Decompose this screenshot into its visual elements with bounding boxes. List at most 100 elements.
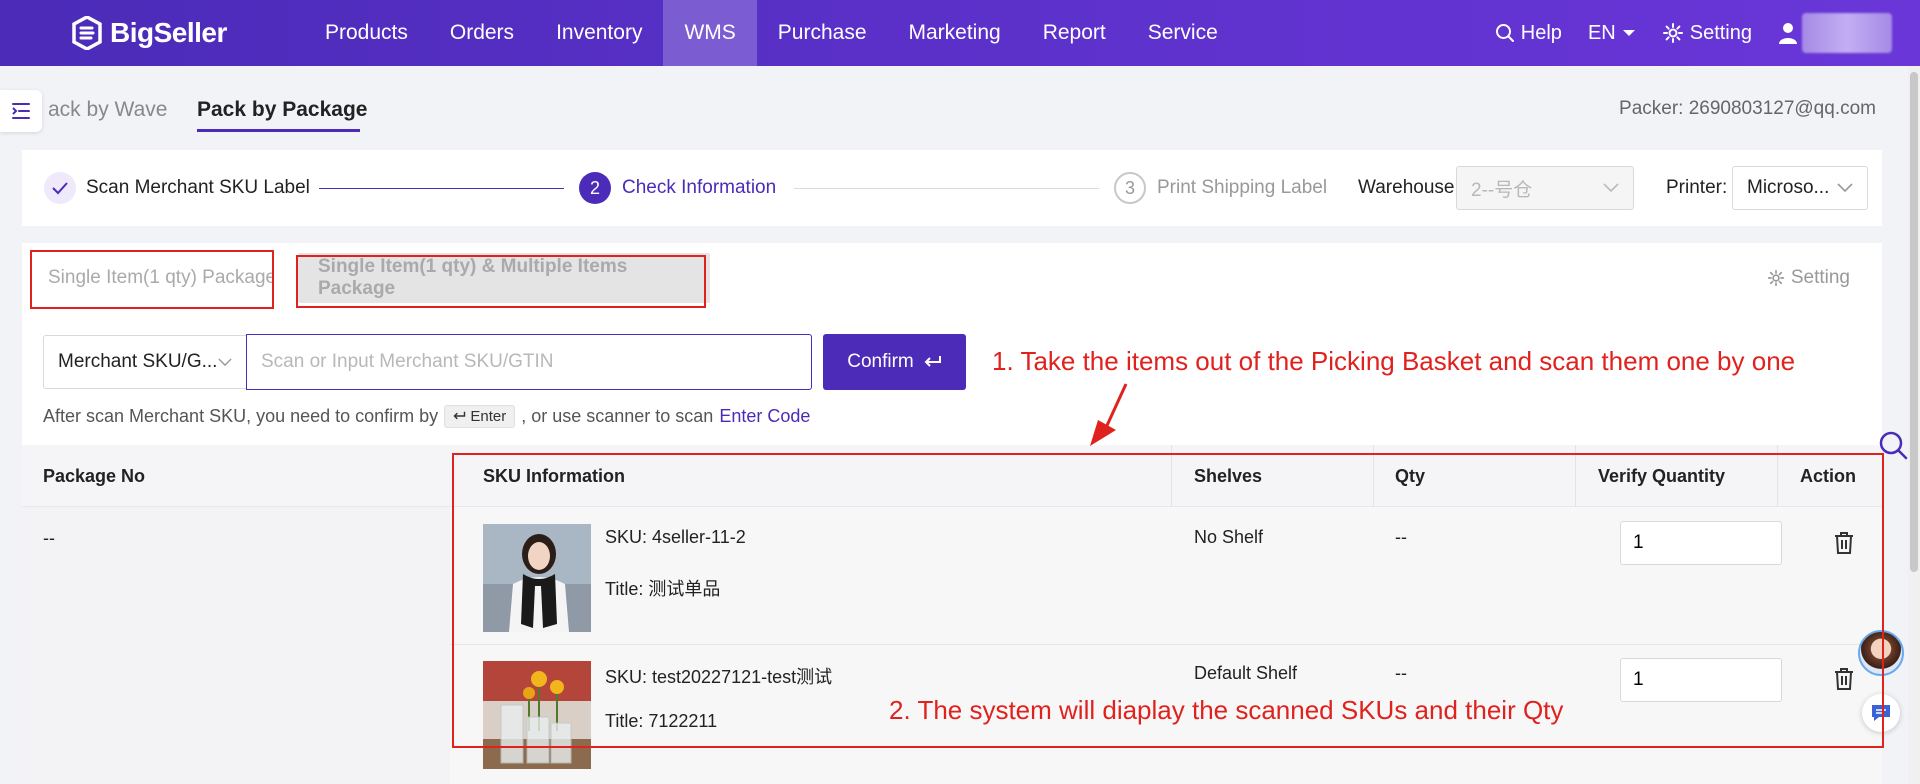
package-setting-link[interactable]: Setting xyxy=(1767,267,1850,289)
nav-marketing[interactable]: Marketing xyxy=(888,0,1022,66)
main-nav: Products Orders Inventory WMS Purchase M… xyxy=(304,0,1239,66)
package-no-cell xyxy=(22,507,450,784)
sidebar-toggle-button[interactable] xyxy=(0,90,42,132)
nav-purchase[interactable]: Purchase xyxy=(757,0,888,66)
enter-key-icon xyxy=(453,411,466,420)
enter-key-label: Enter xyxy=(470,408,507,425)
sku-value: SKU: test20227121-test测试 xyxy=(605,667,833,687)
column-separator xyxy=(1575,445,1576,507)
hint-text-after: , or use scanner to scan xyxy=(521,406,714,426)
brand-name: BigSeller xyxy=(110,17,227,48)
table-header: Package No SKU Information Shelves Qty V… xyxy=(22,445,1882,507)
scan-type-select[interactable]: Merchant SKU/G... xyxy=(43,335,247,389)
scan-type-value: Merchant SKU/G... xyxy=(58,351,218,372)
printer-select[interactable]: Microso... xyxy=(1732,166,1868,210)
enter-code-link[interactable]: Enter Code xyxy=(719,406,810,427)
gear-icon xyxy=(1662,23,1683,43)
tab-multiple-items-package[interactable]: Single Item(1 qty) & Multiple Items Pack… xyxy=(298,253,710,303)
qty-value: -- xyxy=(1395,527,1407,547)
table-row: SKU: 4seller-11-2 Title: 测试单品 No Shelf -… xyxy=(450,507,1882,644)
qty-value: -- xyxy=(1395,663,1407,683)
chevron-down-icon xyxy=(1837,183,1853,193)
trash-icon[interactable] xyxy=(1833,531,1855,555)
tab-single-item-package[interactable]: Single Item(1 qty) Package xyxy=(28,253,273,303)
step-3-label: Print Shipping Label xyxy=(1157,177,1328,198)
chat-button[interactable] xyxy=(1862,694,1900,732)
step-connector-1 xyxy=(319,188,564,189)
header-verify-quantity: Verify Quantity xyxy=(1598,466,1726,486)
chevron-down-icon xyxy=(1603,183,1619,193)
user-icon[interactable] xyxy=(1778,21,1798,45)
column-separator xyxy=(1777,445,1778,507)
brand-logo[interactable]: BigSeller xyxy=(72,16,227,50)
tab-pack-by-wave[interactable]: Pack by Wave xyxy=(48,98,167,122)
gear-icon xyxy=(1767,269,1785,287)
annotation-arrow xyxy=(1090,383,1128,446)
verify-quantity-input[interactable] xyxy=(1620,658,1782,702)
nav-inventory[interactable]: Inventory xyxy=(535,0,663,66)
packer-info: Packer: 2690803127@qq.com xyxy=(1619,98,1876,119)
header-action: Action xyxy=(1800,466,1856,486)
chat-icon xyxy=(1872,705,1890,721)
step-1-done xyxy=(44,172,76,204)
floating-search-icon[interactable] xyxy=(1878,430,1908,460)
help-label: Help xyxy=(1520,21,1562,44)
scan-hint: After scan Merchant SKU, you need to con… xyxy=(43,405,810,428)
step-2-label: Check Information xyxy=(622,177,777,198)
menu-collapse-icon xyxy=(12,103,30,119)
header-qty: Qty xyxy=(1395,466,1426,486)
package-no-value: -- xyxy=(43,528,55,548)
enter-key-icon xyxy=(924,356,941,367)
caret-down-icon xyxy=(1622,30,1635,36)
step-connector-2 xyxy=(794,188,1099,189)
annotation-note-2: 2. The system will diaplay the scanned S… xyxy=(889,695,1564,725)
language-selector[interactable]: EN xyxy=(1588,22,1636,45)
header-shelves: Shelves xyxy=(1194,466,1263,486)
package-type-card: Single Item(1 qty) Package Single Item(1… xyxy=(22,243,1882,317)
nav-products[interactable]: Products xyxy=(304,0,429,66)
user-account-blurred[interactable] xyxy=(1802,13,1892,53)
search-icon xyxy=(1495,24,1514,42)
help-link[interactable]: Help xyxy=(1495,22,1562,45)
title-value: Title: 测试单品 xyxy=(605,579,721,599)
printer-value: Microso... xyxy=(1747,177,1830,198)
step-3-pending: 3 xyxy=(1114,172,1146,204)
confirm-button[interactable]: Confirm xyxy=(823,334,966,390)
step-2-active: 2 xyxy=(579,172,611,204)
tab-pack-by-package[interactable]: Pack by Package xyxy=(197,98,367,122)
sku-table: Package No SKU Information Shelves Qty V… xyxy=(22,445,1882,784)
nav-service[interactable]: Service xyxy=(1127,0,1239,66)
warehouse-value: 2--号仓 xyxy=(1471,179,1533,201)
warehouse-label: Warehouse: xyxy=(1358,177,1460,198)
nav-wms[interactable]: WMS xyxy=(663,0,757,66)
printer-label: Printer: xyxy=(1666,177,1728,198)
setting-link[interactable]: Setting xyxy=(1662,22,1752,45)
product-thumbnail-vase xyxy=(483,661,591,769)
step-1-label: Scan Merchant SKU Label xyxy=(86,177,310,198)
sku-value: SKU: 4seller-11-2 xyxy=(605,527,746,547)
warehouse-select[interactable]: 2--号仓 xyxy=(1456,166,1634,210)
title-value: Title: 7122211 xyxy=(605,711,718,731)
trash-icon[interactable] xyxy=(1833,667,1855,691)
header-sku-information: SKU Information xyxy=(483,466,625,486)
hint-text-before: After scan Merchant SKU, you need to con… xyxy=(43,406,439,426)
verify-quantity-input[interactable] xyxy=(1620,521,1782,565)
scan-card: Merchant SKU/G... Confirm After scan Mer… xyxy=(22,317,1882,445)
scan-sku-input[interactable] xyxy=(246,334,812,390)
product-thumbnail-scarf xyxy=(483,524,591,632)
confirm-label: Confirm xyxy=(847,351,914,372)
support-agent-avatar[interactable] xyxy=(1858,630,1904,676)
nav-orders[interactable]: Orders xyxy=(429,0,535,66)
column-separator xyxy=(1373,445,1374,507)
nav-report[interactable]: Report xyxy=(1022,0,1127,66)
chevron-down-icon xyxy=(218,358,232,366)
enter-key-badge: Enter xyxy=(444,405,516,428)
scrollbar-thumb[interactable] xyxy=(1910,72,1918,572)
steps-card: Scan Merchant SKU Label 2 Check Informat… xyxy=(22,150,1882,226)
shelf-value: Default Shelf xyxy=(1194,663,1298,683)
annotation-note-1: 1. Take the items out of the Picking Bas… xyxy=(992,346,1796,376)
top-right-tools: Help EN Setting xyxy=(1495,0,1920,66)
package-setting-label: Setting xyxy=(1790,267,1850,288)
language-label: EN xyxy=(1587,21,1616,44)
active-tab-underline xyxy=(197,129,360,132)
